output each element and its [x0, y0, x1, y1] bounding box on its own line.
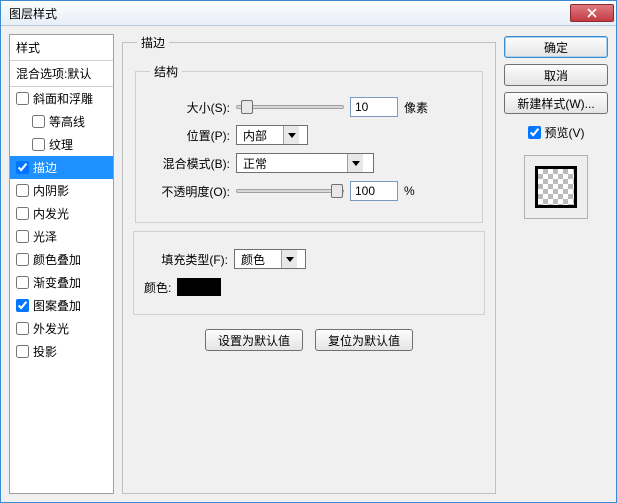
chevron-down-icon: [347, 154, 363, 172]
opacity-input[interactable]: [350, 181, 398, 201]
style-item-label: 外发光: [33, 320, 69, 337]
cancel-button[interactable]: 取消: [504, 64, 608, 86]
filltype-row: 填充类型(F): 颜色: [144, 248, 474, 270]
style-item-label: 光泽: [33, 228, 57, 245]
style-item-11[interactable]: 投影: [10, 340, 113, 363]
style-checkbox[interactable]: [32, 115, 45, 128]
opacity-row: 不透明度(O): %: [146, 180, 472, 202]
preview-thumbnail: [524, 155, 588, 219]
style-item-label: 颜色叠加: [33, 251, 81, 268]
close-button[interactable]: [570, 4, 614, 22]
style-checkbox[interactable]: [16, 322, 29, 335]
size-slider[interactable]: [236, 105, 344, 109]
chevron-down-icon: [283, 126, 299, 144]
slider-thumb-icon[interactable]: [241, 100, 253, 114]
style-checkbox[interactable]: [16, 184, 29, 197]
blendmode-combo[interactable]: 正常: [236, 153, 374, 173]
style-item-label: 渐变叠加: [33, 274, 81, 291]
fill-section: 填充类型(F): 颜色 颜色:: [133, 231, 485, 315]
style-item-0[interactable]: 斜面和浮雕: [10, 87, 113, 110]
color-row: 颜色:: [144, 276, 474, 298]
filltype-label: 填充类型(F):: [144, 251, 234, 268]
style-item-2[interactable]: 纹理: [10, 133, 113, 156]
style-checkbox[interactable]: [16, 207, 29, 220]
styles-list: 样式 混合选项:默认 斜面和浮雕等高线纹理描边内阴影内发光光泽颜色叠加渐变叠加图…: [9, 34, 114, 494]
opacity-unit: %: [404, 184, 415, 198]
style-item-3[interactable]: 描边: [10, 156, 113, 179]
layer-style-dialog: 图层样式 样式 混合选项:默认 斜面和浮雕等高线纹理描边内阴影内发光光泽颜色叠加…: [0, 0, 617, 503]
style-item-1[interactable]: 等高线: [10, 110, 113, 133]
preview-label: 预览(V): [545, 124, 585, 141]
style-item-label: 内发光: [33, 205, 69, 222]
chevron-down-icon: [281, 250, 297, 268]
size-label: 大小(S):: [146, 99, 236, 116]
ok-button[interactable]: 确定: [504, 36, 608, 58]
close-icon: [587, 8, 597, 18]
default-buttons-row: 设置为默认值 复位为默认值: [133, 329, 485, 351]
stroke-fieldset: 描边 结构 大小(S): 像素 位置(P): 内部: [122, 34, 496, 494]
style-checkbox[interactable]: [16, 253, 29, 266]
new-style-button[interactable]: 新建样式(W)...: [504, 92, 608, 114]
style-checkbox[interactable]: [16, 92, 29, 105]
styles-header[interactable]: 样式: [10, 35, 113, 61]
style-item-9[interactable]: 图案叠加: [10, 294, 113, 317]
reset-default-button[interactable]: 复位为默认值: [315, 329, 413, 351]
size-row: 大小(S): 像素: [146, 96, 472, 118]
structure-legend: 结构: [150, 63, 182, 80]
style-item-5[interactable]: 内发光: [10, 202, 113, 225]
style-item-8[interactable]: 渐变叠加: [10, 271, 113, 294]
style-checkbox[interactable]: [32, 138, 45, 151]
style-checkbox[interactable]: [16, 161, 29, 174]
position-label: 位置(P):: [146, 127, 236, 144]
make-default-button[interactable]: 设置为默认值: [205, 329, 303, 351]
size-unit: 像素: [404, 99, 428, 116]
style-item-label: 内阴影: [33, 182, 69, 199]
style-item-label: 描边: [33, 159, 57, 176]
slider-thumb-icon[interactable]: [331, 184, 343, 198]
preview-checkbox-row[interactable]: 预览(V): [504, 124, 608, 141]
blendmode-row: 混合模式(B): 正常: [146, 152, 472, 174]
style-item-10[interactable]: 外发光: [10, 317, 113, 340]
blend-options-default[interactable]: 混合选项:默认: [10, 61, 113, 87]
position-combo[interactable]: 内部: [236, 125, 308, 145]
style-item-label: 纹理: [49, 136, 73, 153]
window-title: 图层样式: [9, 5, 57, 22]
style-item-label: 图案叠加: [33, 297, 81, 314]
action-panel: 确定 取消 新建样式(W)... 预览(V): [504, 34, 608, 494]
titlebar: 图层样式: [1, 1, 616, 26]
filltype-combo[interactable]: 颜色: [234, 249, 306, 269]
style-item-label: 投影: [33, 343, 57, 360]
opacity-label: 不透明度(O):: [146, 183, 236, 200]
style-checkbox[interactable]: [16, 299, 29, 312]
style-item-label: 斜面和浮雕: [33, 90, 93, 107]
style-checkbox[interactable]: [16, 345, 29, 358]
style-item-7[interactable]: 颜色叠加: [10, 248, 113, 271]
opacity-slider[interactable]: [236, 189, 344, 193]
style-checkbox[interactable]: [16, 230, 29, 243]
stroke-legend: 描边: [137, 34, 169, 51]
dialog-body: 样式 混合选项:默认 斜面和浮雕等高线纹理描边内阴影内发光光泽颜色叠加渐变叠加图…: [1, 26, 616, 502]
structure-fieldset: 结构 大小(S): 像素 位置(P): 内部: [135, 63, 483, 223]
settings-panel: 描边 结构 大小(S): 像素 位置(P): 内部: [122, 34, 496, 494]
style-item-6[interactable]: 光泽: [10, 225, 113, 248]
color-label: 颜色:: [144, 279, 171, 296]
style-item-4[interactable]: 内阴影: [10, 179, 113, 202]
style-item-label: 等高线: [49, 113, 85, 130]
checker-icon: [535, 166, 577, 208]
position-row: 位置(P): 内部: [146, 124, 472, 146]
size-input[interactable]: [350, 97, 398, 117]
style-checkbox[interactable]: [16, 276, 29, 289]
preview-checkbox[interactable]: [528, 126, 541, 139]
blendmode-label: 混合模式(B):: [146, 155, 236, 172]
color-swatch[interactable]: [177, 278, 221, 296]
